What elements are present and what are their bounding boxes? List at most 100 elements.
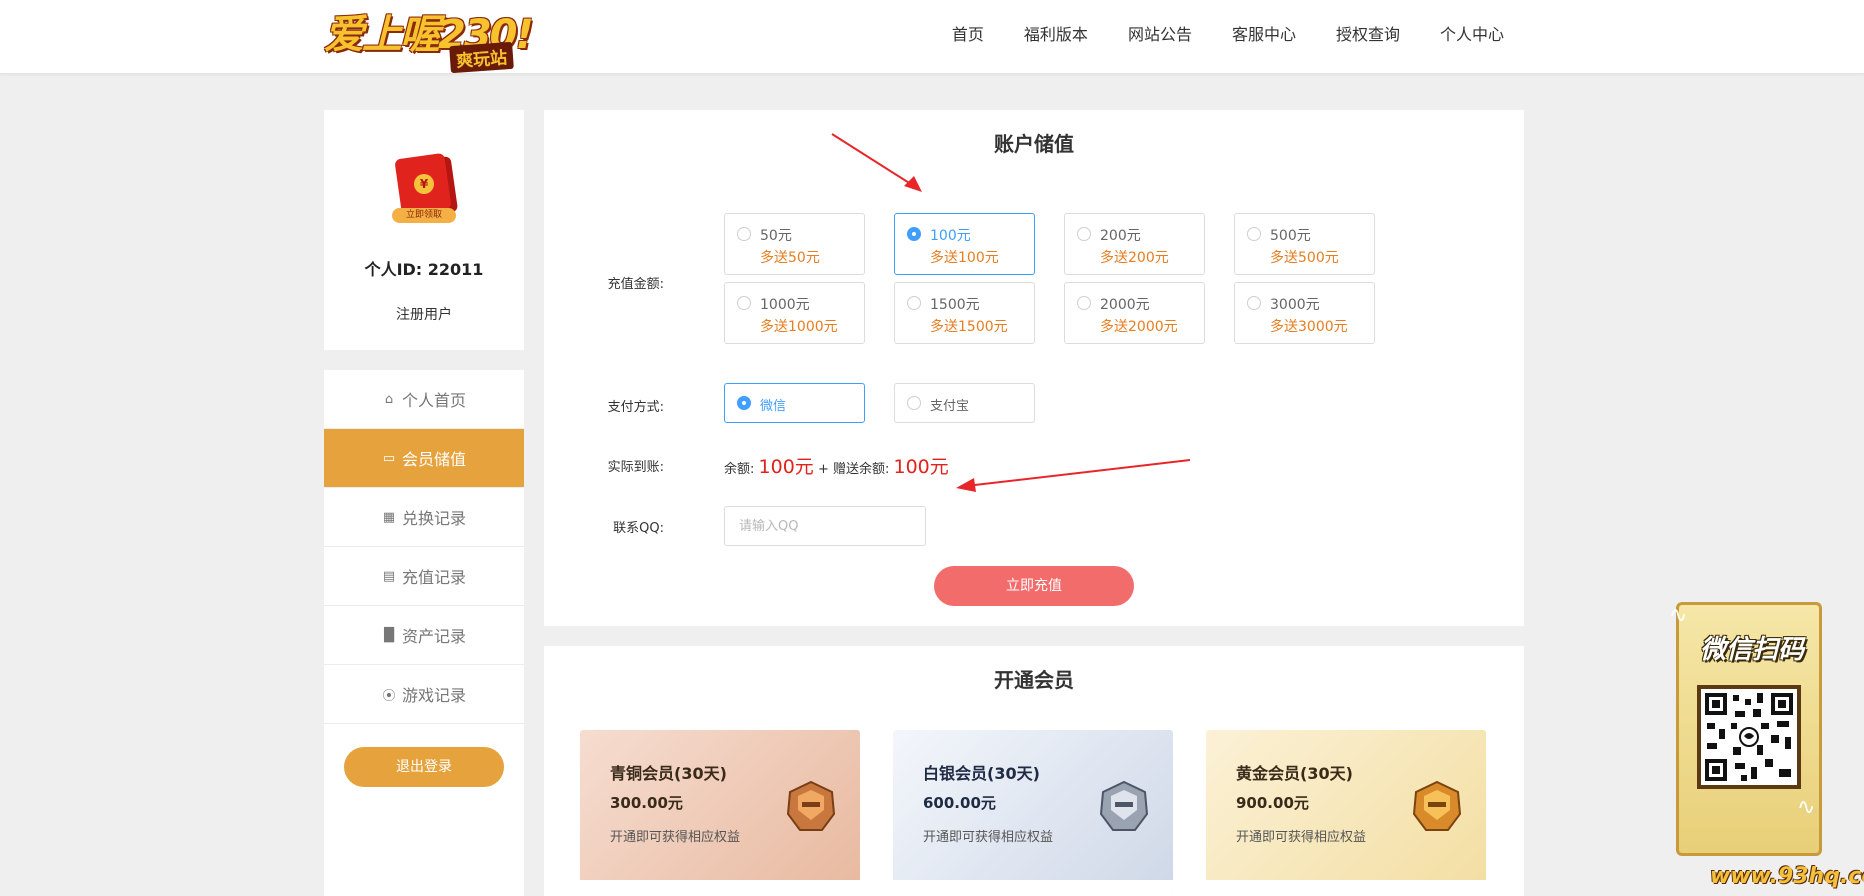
radio-icon [907,296,921,310]
gold-helmet-icon [1412,780,1462,831]
amount-bonus: 多送50元 [760,250,820,266]
site-header: 爱上喔230! 爽玩站 首页 福利版本 网站公告 客服中心 授权查询 个人中心 [0,0,1864,74]
yuan-coin-icon: ¥ [414,174,434,194]
profile-card: ¥ 立即领取 个人ID: 22011 注册用户 [324,110,524,350]
qr-title: 微信扫码 [1699,635,1804,665]
radio-icon [737,227,751,241]
amount-option-200[interactable]: 200元 多送200元 [1064,213,1205,275]
amount-value: 50元 [760,228,792,244]
pay-method-label: 支付方式: [607,400,664,415]
pay-option-label: 支付宝 [930,399,970,414]
amount-option-1500[interactable]: 1500元 多送1500元 [894,282,1035,344]
red-packet-icon[interactable]: ¥ 立即领取 [392,152,456,224]
member-name: 青铜会员(30天) [610,764,727,783]
logo-sub-text: 爽玩站 [449,41,514,74]
radio-icon [737,396,751,410]
arrival-summary: 余额: 100元 + 赠送余额: 100元 [724,452,949,479]
sidebar-item-exchange-records[interactable]: ▦ 兑换记录 [324,488,524,547]
recharge-submit-button[interactable]: 立即充值 [934,566,1134,606]
radio-icon [1247,296,1261,310]
amount-option-500[interactable]: 500元 多送500元 [1234,213,1375,275]
amount-option-50[interactable]: 50元 多送50元 [724,213,865,275]
radio-icon [907,396,921,410]
bonus-balance-value: 100元 [893,456,949,478]
recharge-title: 账户储值 [994,132,1074,156]
claim-now-label: 立即领取 [392,208,456,223]
amount-value: 1500元 [930,297,980,313]
member-card-silver[interactable]: 白银会员(30天) 600.00元 开通即可获得相应权益 [893,730,1173,890]
logout-button[interactable]: 退出登录 [344,747,504,787]
nav-home[interactable]: 首页 [952,21,984,45]
qr-code-icon [1697,685,1801,789]
nav-support[interactable]: 客服中心 [1232,21,1296,45]
annotation-arrow-icon [831,133,922,192]
card-foot [893,880,1173,890]
user-id: 个人ID: 22011 [364,260,484,279]
member-desc: 开通即可获得相应权益 [923,830,1054,845]
amount-value: 3000元 [1270,297,1320,313]
balance-label: 余额: [724,462,755,477]
game-icon: ⦿ [382,688,396,704]
bar-chart-icon: █ [383,627,394,643]
chart-icon: ▦ [382,509,396,525]
sidebar-item-label: 资产记录 [401,627,466,646]
amount-bonus: 多送100元 [930,250,999,266]
sidebar-item-asset-records[interactable]: █ 资产记录 [324,606,524,665]
user-type: 注册用户 [396,307,452,323]
member-name: 白银会员(30天) [923,764,1040,783]
amount-option-2000[interactable]: 2000元 多送2000元 [1064,282,1205,344]
amount-value: 100元 [930,228,971,244]
sidebar-item-game-records[interactable]: ⦿ 游戏记录 [324,665,524,724]
sidebar-item-label: 游戏记录 [401,686,466,705]
radio-icon [1077,227,1091,241]
sidebar-item-member-recharge[interactable]: ▭ 会员储值 [324,429,524,488]
nav-license-query[interactable]: 授权查询 [1336,21,1400,45]
swirl-decoration-icon: ∿ [1797,795,1816,820]
sidebar-item-recharge-records[interactable]: ▤ 充值记录 [324,547,524,606]
swirl-decoration-icon: ∿ [1669,603,1688,628]
member-card-gold[interactable]: 黄金会员(30天) 900.00元 开通即可获得相应权益 [1206,730,1486,890]
amount-label: 充值金额: [607,277,664,292]
pay-option-wechat[interactable]: 微信 [724,383,865,423]
sidebar-item-label: 会员储值 [401,450,466,469]
nav-announcements[interactable]: 网站公告 [1128,21,1192,45]
amount-option-100[interactable]: 100元 多送100元 [894,213,1035,275]
card-icon: ▭ [382,450,396,466]
wechat-qr-float[interactable]: 微信扫码 ∿ ∿ [1669,602,1822,856]
qq-input[interactable] [724,506,926,546]
member-card-bronze[interactable]: 青铜会员(30天) 300.00元 开通即可获得相应权益 [580,730,860,890]
amount-value: 500元 [1270,228,1311,244]
amount-value: 1000元 [760,297,810,313]
home-icon: ⌂ [384,391,394,407]
member-price: 600.00元 [923,794,996,812]
member-price: 900.00元 [1236,794,1309,812]
amount-bonus: 多送1500元 [930,319,1008,335]
site-watermark: www.93hq.com [1710,864,1864,889]
amount-bonus: 多送3000元 [1270,319,1348,335]
membership-title: 开通会员 [994,668,1074,692]
sidebar-item-label: 兑换记录 [401,509,466,528]
amount-value: 200元 [1100,228,1141,244]
sidebar-item-label: 充值记录 [401,568,466,587]
site-logo[interactable]: 爱上喔230! 爽玩站 [322,0,534,74]
sidebar-item-home[interactable]: ⌂ 个人首页 [324,370,524,429]
nav-user-center[interactable]: 个人中心 [1440,21,1504,45]
membership-panel: 开通会员 青铜会员(30天) 300.00元 开通即可获得相应权益 白银会员(3… [544,646,1524,896]
amount-bonus: 多送2000元 [1100,319,1178,335]
amount-option-3000[interactable]: 3000元 多送3000元 [1234,282,1375,344]
nav-welfare-version[interactable]: 福利版本 [1024,21,1088,45]
main-nav: 首页 福利版本 网站公告 客服中心 授权查询 个人中心 [912,0,1504,66]
pay-option-alipay[interactable]: 支付宝 [894,383,1035,423]
radio-icon [1247,227,1261,241]
annotation-arrow-icon [956,459,1191,492]
amount-bonus: 多送1000元 [760,319,838,335]
amount-option-1000[interactable]: 1000元 多送1000元 [724,282,865,344]
card-foot [1206,880,1486,890]
qq-label: 联系QQ: [613,521,664,536]
sidebar-menu: ⌂ 个人首页 ▭ 会员储值 ▦ 兑换记录 ▤ 充值记录 █ 资产记录 ⦿ 游戏记… [324,370,524,896]
amount-bonus: 多送200元 [1100,250,1169,266]
member-price: 300.00元 [610,794,683,812]
radio-icon [907,227,921,241]
recharge-panel: 账户储值 充值金额: 50元 多送50元 100元 多送100元 200元 多送… [544,110,1524,626]
clipboard-icon: ▤ [382,568,396,584]
